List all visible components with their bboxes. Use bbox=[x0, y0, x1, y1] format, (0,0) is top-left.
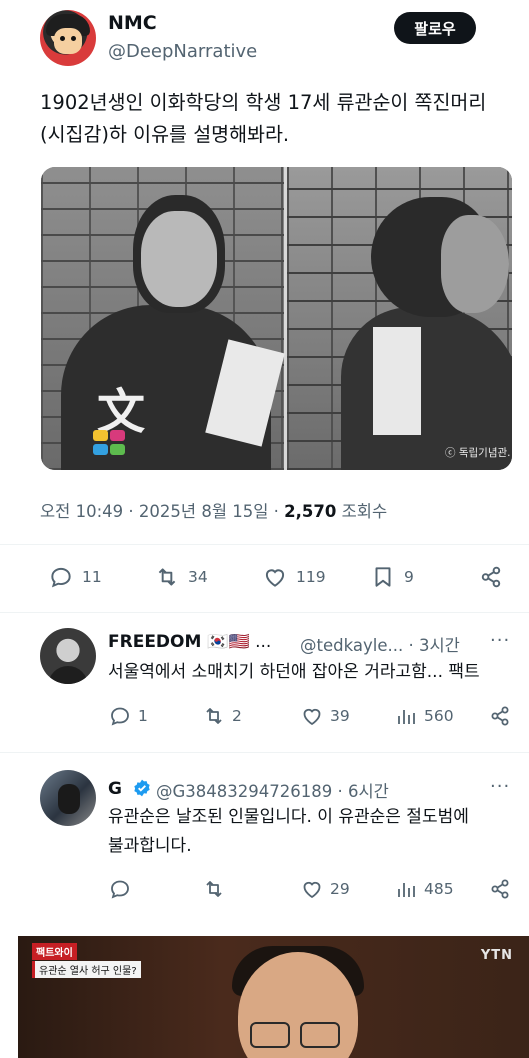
retweet-count: 34 bbox=[188, 568, 208, 586]
analytics-icon bbox=[398, 710, 415, 724]
reply-retweet-button[interactable] bbox=[202, 877, 226, 901]
reply-views-button[interactable]: 485 bbox=[394, 877, 454, 901]
tweet-photo[interactable]: 文 ⓒ 독립기념관. bbox=[41, 167, 512, 470]
reply-time: · 6시간 bbox=[337, 782, 389, 801]
reply-avatar[interactable] bbox=[40, 628, 96, 684]
reply-text: 서울역에서 소매치기 하던애 잡아온 거라고함... 팩트 bbox=[108, 662, 480, 682]
reply-time: · 3시간 bbox=[408, 636, 460, 655]
reply-display-name[interactable]: G bbox=[108, 778, 152, 799]
view-count: 2,570 bbox=[284, 502, 337, 521]
reply-retweet-button[interactable]: 2 bbox=[202, 704, 242, 728]
reply-reply-button[interactable]: 1 bbox=[108, 704, 148, 728]
reply-handle: @tedkayle... bbox=[300, 636, 404, 655]
heart-icon bbox=[265, 569, 285, 587]
presenter-glasses bbox=[250, 1022, 290, 1048]
divider bbox=[0, 544, 529, 545]
analytics-icon bbox=[398, 883, 415, 897]
reply-icon bbox=[111, 707, 129, 726]
follow-button[interactable]: 팔로우 bbox=[394, 12, 476, 44]
video-caption: 유관순 열사 허구 인물? bbox=[32, 961, 141, 978]
person-side-face bbox=[441, 215, 509, 313]
reply-count: 11 bbox=[82, 568, 102, 586]
news-video-thumbnail[interactable]: 팩트와이 유관순 열사 허구 인물? YTN bbox=[18, 936, 529, 1058]
bookmark-count: 9 bbox=[404, 568, 414, 586]
name-tag-side bbox=[373, 327, 421, 435]
meta-dot: · bbox=[128, 502, 139, 521]
bookmark-icon bbox=[375, 567, 391, 587]
video-program-tag: 팩트와이 bbox=[32, 943, 77, 960]
tweet-date: 2025년 8월 15일 bbox=[138, 502, 269, 521]
bookmark-button[interactable]: 9 bbox=[370, 564, 414, 590]
reply-share-button[interactable] bbox=[488, 877, 512, 901]
reply-name-text: FREEDOM bbox=[108, 632, 202, 652]
reply-reply-button[interactable] bbox=[108, 877, 132, 901]
tweet-time: 오전 10:49 bbox=[40, 502, 124, 521]
like-count: 39 bbox=[330, 707, 350, 725]
reply-like-button[interactable]: 29 bbox=[300, 877, 350, 901]
like-count: 119 bbox=[296, 568, 326, 586]
reply-icon bbox=[111, 880, 129, 899]
view-count: 485 bbox=[424, 880, 454, 898]
share-button[interactable] bbox=[478, 564, 504, 590]
share-icon bbox=[491, 879, 509, 899]
reply-share-button[interactable] bbox=[488, 704, 512, 728]
author-avatar[interactable] bbox=[40, 10, 96, 66]
reply-handle: @G38483294726189 bbox=[156, 782, 333, 801]
reply-name-text: G bbox=[108, 779, 122, 799]
heart-icon bbox=[303, 708, 321, 726]
reply-button[interactable]: 11 bbox=[48, 564, 102, 590]
view-count: 560 bbox=[424, 707, 454, 725]
photo-divider bbox=[284, 167, 287, 470]
reply-text-line: 불과합니다. bbox=[108, 836, 192, 856]
reply-display-name[interactable]: FREEDOM 🇰🇷🇺🇸 ... bbox=[108, 632, 271, 652]
reply-count: 1 bbox=[138, 707, 148, 725]
avatar-eye bbox=[71, 36, 76, 41]
presenter-glasses bbox=[300, 1022, 340, 1048]
like-count: 29 bbox=[330, 880, 350, 898]
reply-icon bbox=[51, 567, 71, 588]
more-options-icon[interactable]: ··· bbox=[490, 630, 510, 651]
avatar-face bbox=[54, 28, 82, 54]
verified-badge-icon bbox=[134, 779, 150, 797]
reply-avatar[interactable] bbox=[40, 770, 96, 826]
avatar-shoulders bbox=[48, 666, 88, 684]
retweet-icon bbox=[158, 568, 176, 586]
retweet-icon bbox=[206, 708, 222, 724]
photo-logo-badge bbox=[93, 430, 129, 456]
avatar-eye bbox=[60, 36, 65, 41]
divider bbox=[0, 612, 529, 613]
heart-icon bbox=[303, 881, 321, 899]
reply-meta[interactable]: @G38483294726189 · 6시간 bbox=[156, 778, 389, 802]
avatar-figure bbox=[58, 784, 80, 814]
author-display-name[interactable]: NMC bbox=[108, 12, 157, 34]
share-icon bbox=[481, 566, 501, 588]
reply-text: 유관순은 날조된 인물입니다. 이 유관순은 절도범에 불과합니다. bbox=[108, 803, 528, 861]
more-options-icon[interactable]: ··· bbox=[490, 776, 510, 797]
author-handle[interactable]: @DeepNarrative bbox=[108, 41, 257, 62]
reply-meta[interactable]: @tedkayle... · 3시간 bbox=[300, 632, 460, 656]
reply-name-flags: 🇰🇷🇺🇸 ... bbox=[207, 632, 272, 652]
reply-text-line: 유관순은 날조된 인물입니다. 이 유관순은 절도범에 bbox=[108, 807, 469, 827]
meta-dot: · bbox=[273, 502, 285, 521]
reply-views-button[interactable]: 560 bbox=[394, 704, 454, 728]
retweet-icon bbox=[206, 881, 222, 897]
tweet-text: 1902년생인 이화학당의 학생 17세 류관순이 쪽진머리(시집감)하 이유를… bbox=[40, 91, 487, 146]
retweet-button[interactable]: 34 bbox=[154, 564, 208, 590]
tweet-timestamp[interactable]: 오전 10:49 · 2025년 8월 15일 · 2,570 조회수 bbox=[40, 498, 387, 522]
tweet-action-bar: 11 34 119 9 bbox=[40, 564, 510, 594]
view-label: 조회수 bbox=[341, 502, 388, 521]
like-button[interactable]: 119 bbox=[262, 564, 326, 590]
person-front-face bbox=[141, 211, 217, 307]
channel-logo: YTN bbox=[480, 948, 513, 963]
photo-watermark: ⓒ 독립기념관. bbox=[445, 447, 511, 459]
retweet-count: 2 bbox=[232, 707, 242, 725]
divider bbox=[0, 752, 529, 753]
share-icon bbox=[491, 706, 509, 726]
reply-like-button[interactable]: 39 bbox=[300, 704, 350, 728]
